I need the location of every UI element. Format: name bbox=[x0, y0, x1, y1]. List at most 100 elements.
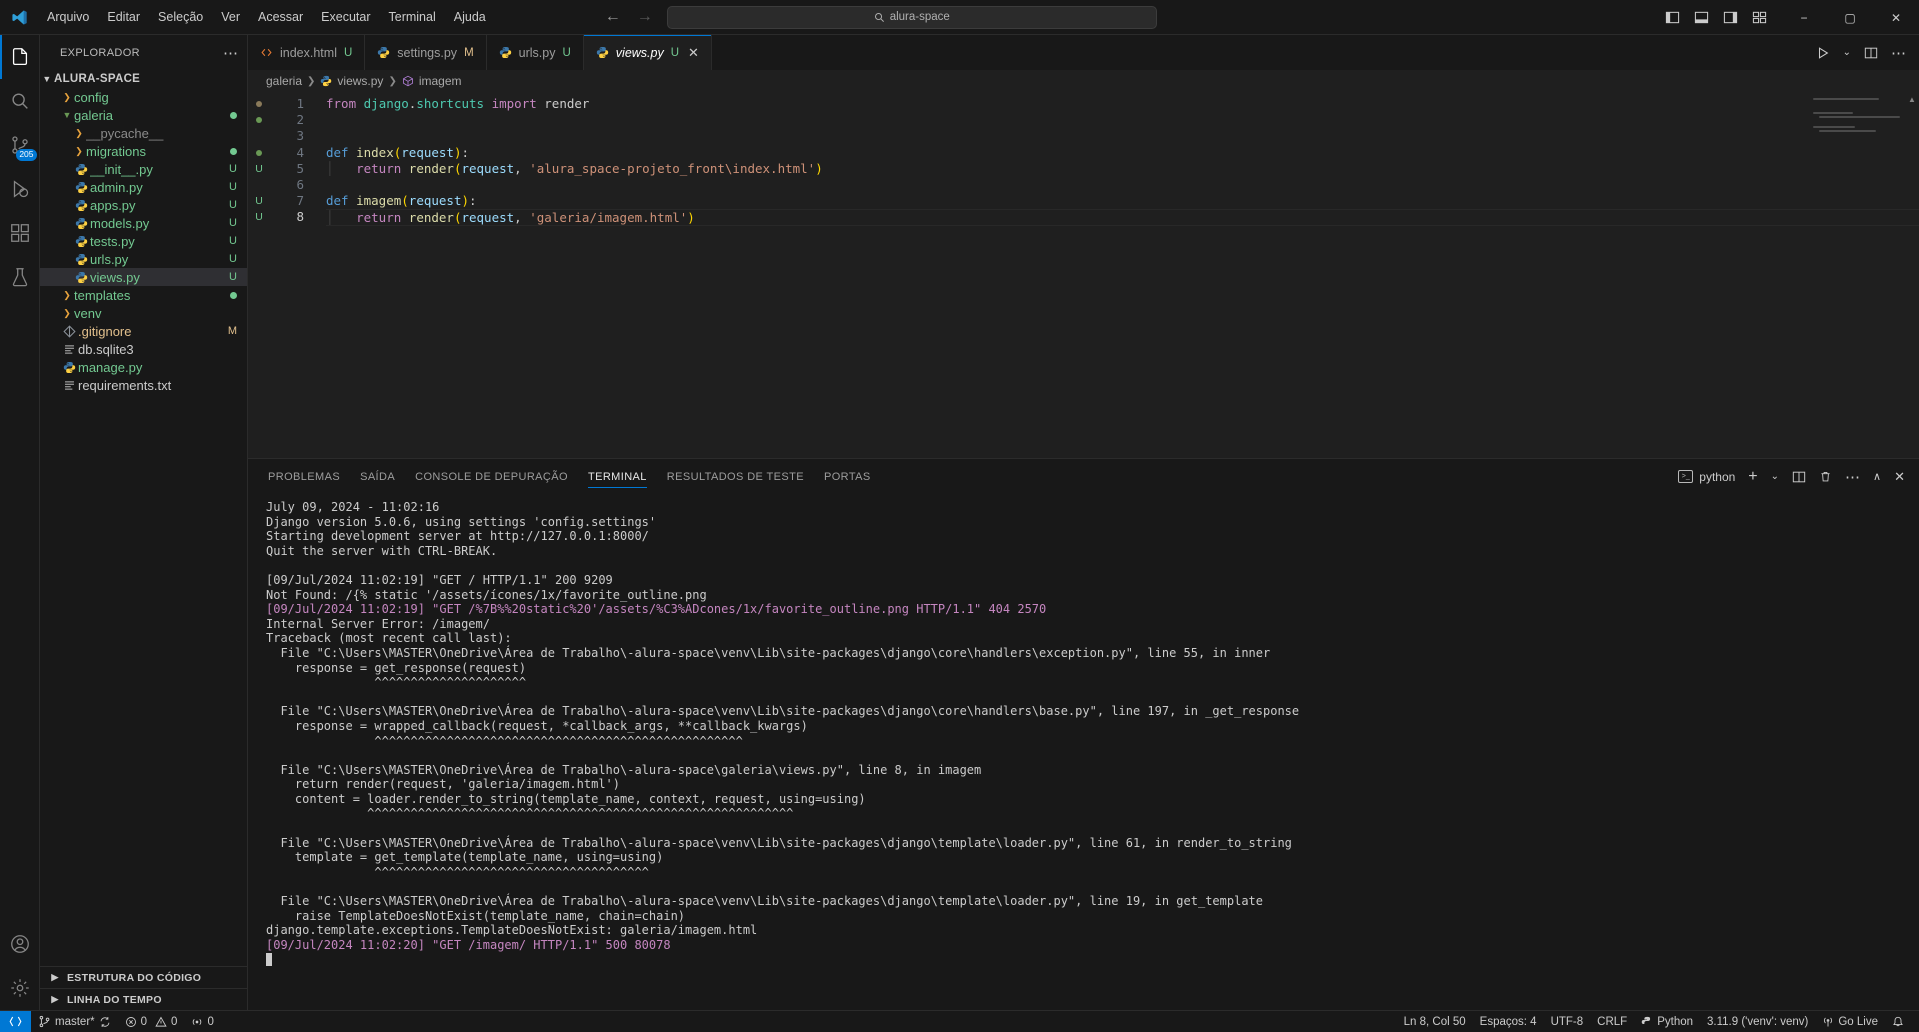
editor-tab-urls-py[interactable]: urls.py U bbox=[486, 35, 584, 70]
window-minimize-button[interactable]: − bbox=[1781, 0, 1827, 35]
command-center-search[interactable]: alura-space bbox=[666, 5, 1157, 29]
status-encoding[interactable]: UTF-8 bbox=[1544, 1011, 1591, 1032]
status-indentation[interactable]: Espaços: 4 bbox=[1473, 1011, 1544, 1032]
tree-item-models-py[interactable]: models.py U bbox=[40, 214, 247, 232]
status-notifications[interactable] bbox=[1885, 1011, 1911, 1032]
editor-actions: ⌄ ⋯ bbox=[1816, 35, 1919, 70]
toggle-panel-icon[interactable] bbox=[1694, 10, 1709, 25]
run-python-file-icon[interactable] bbox=[1816, 46, 1830, 60]
tree-item-manage-py[interactable]: manage.py bbox=[40, 358, 247, 376]
activity-source-control[interactable]: 205 bbox=[0, 123, 40, 167]
panel-tab-saida[interactable]: SAÍDA bbox=[350, 459, 405, 494]
tree-root-alura-space[interactable]: ▼ ALURA-SPACE bbox=[40, 70, 247, 88]
code-content[interactable]: from django.shortcuts import render def … bbox=[304, 92, 1919, 458]
tree-item-apps-py[interactable]: apps.py U bbox=[40, 196, 247, 214]
tree-item-galeria[interactable]: ▼ galeria bbox=[40, 106, 247, 124]
python-icon bbox=[320, 75, 332, 87]
tree-item-tests-py[interactable]: tests.py U bbox=[40, 232, 247, 250]
status-editor-position[interactable]: Ln 8, Col 50 bbox=[1397, 1011, 1473, 1032]
sidebar-section-estrutura-do-codigo[interactable]: ▶ ESTRUTURA DO CÓDIGO bbox=[40, 966, 247, 988]
status-branch[interactable]: master* bbox=[31, 1011, 118, 1032]
toggle-primary-sidebar-icon[interactable] bbox=[1665, 10, 1680, 25]
menu-acessar[interactable]: Acessar bbox=[249, 6, 312, 28]
code-editor[interactable]: U U U 1 2 3 4 5 6 7 8 from django.shortc… bbox=[248, 92, 1919, 458]
menu-terminal[interactable]: Terminal bbox=[380, 6, 445, 28]
editor-tab-views-py[interactable]: views.py U ✕ bbox=[583, 35, 712, 70]
maximize-panel-icon[interactable]: ∧ bbox=[1873, 470, 1881, 483]
new-terminal-icon[interactable]: + bbox=[1748, 468, 1757, 486]
activity-manage-gear-icon[interactable] bbox=[0, 966, 40, 1010]
tree-item-urls-py[interactable]: urls.py U bbox=[40, 250, 247, 268]
panel-tab-portas[interactable]: PORTAS bbox=[814, 459, 881, 494]
close-icon[interactable]: ✕ bbox=[688, 45, 699, 61]
menu-selecao[interactable]: Seleção bbox=[149, 6, 212, 28]
status-eol[interactable]: CRLF bbox=[1590, 1011, 1634, 1032]
search-icon bbox=[874, 12, 885, 23]
terminal-output[interactable]: July 09, 2024 - 11:02:16 Django version 5… bbox=[248, 494, 1919, 1010]
ellipsis-icon[interactable]: ⋯ bbox=[223, 44, 239, 62]
menu-ver[interactable]: Ver bbox=[212, 6, 249, 28]
activity-extensions[interactable] bbox=[0, 211, 40, 255]
split-terminal-icon[interactable] bbox=[1792, 470, 1806, 484]
menu-ajuda[interactable]: Ajuda bbox=[445, 6, 495, 28]
tree-item-gitignore[interactable]: .gitignore M bbox=[40, 322, 247, 340]
status-remote-window[interactable] bbox=[0, 1010, 31, 1032]
scroll-up-icon[interactable]: ▲ bbox=[1905, 92, 1919, 104]
more-actions-icon[interactable]: ⋯ bbox=[1891, 44, 1906, 62]
sidebar-section-linha-do-tempo[interactable]: ▶ LINHA DO TEMPO bbox=[40, 988, 247, 1010]
activity-search[interactable] bbox=[0, 79, 40, 123]
panel-tab-console-de-depuracao[interactable]: CONSOLE DE DEPURAÇÃO bbox=[405, 459, 578, 494]
tree-item-db-sqlite3[interactable]: db.sqlite3 bbox=[40, 340, 247, 358]
tree-item-migrations[interactable]: ❯ migrations bbox=[40, 142, 247, 160]
tree-item-config[interactable]: ❯ config bbox=[40, 88, 247, 106]
status-problems[interactable]: 0 0 bbox=[118, 1011, 185, 1032]
activity-run-and-debug[interactable] bbox=[0, 167, 40, 211]
status-python-interpreter[interactable]: 3.11.9 ('venv': venv) bbox=[1700, 1011, 1815, 1032]
window-maximize-button[interactable]: ▢ bbox=[1827, 0, 1873, 35]
status-ports[interactable]: 0 bbox=[184, 1011, 220, 1032]
window-close-button[interactable]: ✕ bbox=[1873, 0, 1919, 35]
tree-item-init-py[interactable]: __init__.py U bbox=[40, 160, 247, 178]
menu-editar[interactable]: Editar bbox=[98, 6, 149, 28]
tree-item-label: galeria bbox=[74, 107, 114, 123]
close-panel-icon[interactable]: ✕ bbox=[1894, 469, 1905, 485]
breadcrumb-item-imagem[interactable]: imagem bbox=[419, 74, 462, 88]
tree-item-pycache[interactable]: ❯ __pycache__ bbox=[40, 124, 247, 142]
activity-explorer[interactable] bbox=[0, 35, 40, 79]
chevron-down-icon[interactable]: ⌄ bbox=[1771, 471, 1779, 482]
tree-item-venv[interactable]: ❯ venv bbox=[40, 304, 247, 322]
editor-tab-index-html[interactable]: index.html U bbox=[248, 35, 366, 70]
code-line-8: │ return render(request, 'galeria/imagem… bbox=[326, 209, 1919, 226]
tree-item-views-py[interactable]: views.py U bbox=[40, 268, 247, 286]
tree-item-badge: U bbox=[229, 181, 237, 193]
terminal-line: Quit the server with CTRL-BREAK. bbox=[266, 543, 498, 558]
menu-executar[interactable]: Executar bbox=[312, 6, 379, 28]
breadcrumb-item-galeria[interactable]: galeria bbox=[266, 74, 302, 88]
minimap[interactable] bbox=[1813, 98, 1905, 134]
customize-layout-icon[interactable] bbox=[1752, 10, 1767, 25]
toggle-secondary-sidebar-icon[interactable] bbox=[1723, 10, 1738, 25]
panel-tab-terminal[interactable]: TERMINAL bbox=[578, 459, 657, 494]
activity-accounts[interactable] bbox=[0, 922, 40, 966]
terminal-line: [09/Jul/2024 11:02:20] "GET /imagem/ HTT… bbox=[266, 937, 671, 952]
arrow-left-icon[interactable]: ← bbox=[605, 9, 621, 25]
kill-terminal-icon[interactable] bbox=[1819, 470, 1832, 483]
panel-tab-resultados-de-teste[interactable]: RESULTADOS DE TESTE bbox=[657, 459, 814, 494]
menu-arquivo[interactable]: Arquivo bbox=[38, 6, 98, 28]
tree-root-label: ALURA-SPACE bbox=[54, 73, 141, 85]
activity-testing[interactable] bbox=[0, 255, 40, 299]
breadcrumb-item-viewspy[interactable]: views.py bbox=[337, 74, 383, 88]
active-terminal-chip[interactable]: >_ python bbox=[1678, 470, 1735, 484]
status-language-mode[interactable]: Python bbox=[1634, 1011, 1700, 1032]
arrow-right-icon[interactable]: → bbox=[637, 9, 653, 25]
tree-item-requirements-txt[interactable]: requirements.txt bbox=[40, 376, 247, 394]
status-go-live[interactable]: Go Live bbox=[1815, 1011, 1885, 1032]
tree-item-templates[interactable]: ❯ templates bbox=[40, 286, 247, 304]
more-actions-icon[interactable]: ⋯ bbox=[1845, 468, 1860, 486]
chevron-down-icon[interactable]: ⌄ bbox=[1843, 47, 1851, 58]
editor-scrollbar[interactable]: ▲ bbox=[1905, 92, 1919, 458]
split-editor-icon[interactable] bbox=[1864, 46, 1878, 60]
tree-item-admin-py[interactable]: admin.py U bbox=[40, 178, 247, 196]
panel-tab-problemas[interactable]: PROBLEMAS bbox=[258, 459, 350, 494]
editor-tab-settings-py[interactable]: settings.py M bbox=[365, 35, 487, 70]
